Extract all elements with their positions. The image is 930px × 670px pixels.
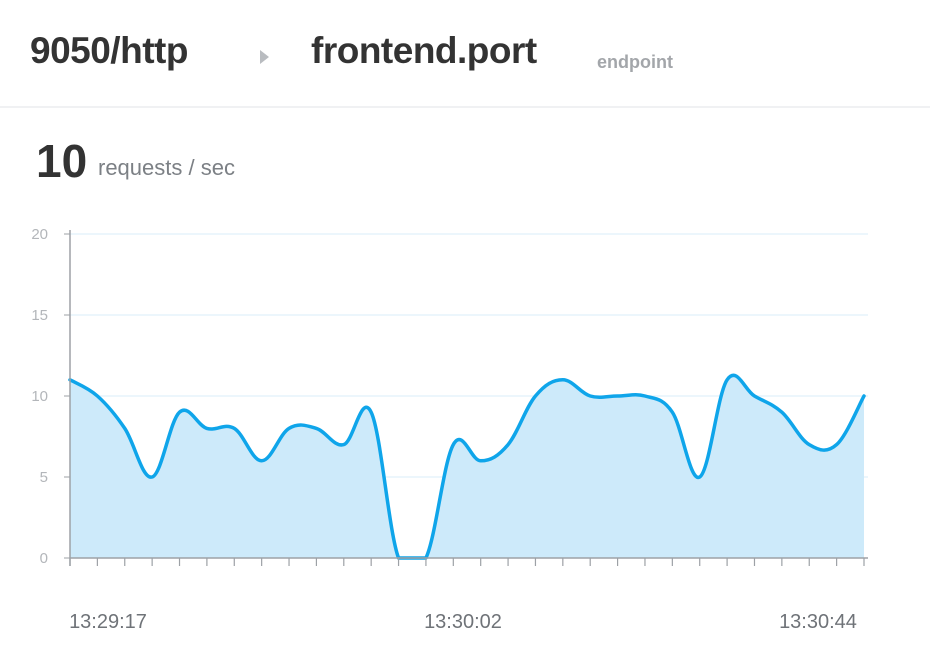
x-tick-label: 13:30:44 xyxy=(779,611,857,633)
breadcrumb-leaf-type: endpoint xyxy=(597,52,673,72)
breadcrumb-leaf: frontend.port xyxy=(311,30,537,71)
x-tick-label: 13:29:17 xyxy=(69,611,147,633)
y-tick-label: 10 xyxy=(31,388,48,405)
page-header: 9050/http frontend.port endpoint xyxy=(0,0,930,108)
y-tick-label: 5 xyxy=(40,469,48,486)
requests-chart: 0 5 10 15 20 13:29:17 13:30:02 13:30:44 xyxy=(31,226,868,633)
metric-value: 10 xyxy=(36,135,88,187)
y-tick-label: 0 xyxy=(40,550,48,567)
x-tick-label: 13:30:02 xyxy=(424,611,502,633)
breadcrumb-arrow-icon xyxy=(260,50,269,64)
series-area xyxy=(70,375,864,558)
y-tick-label: 15 xyxy=(31,307,48,324)
breadcrumb-root[interactable]: 9050/http xyxy=(30,30,188,72)
y-tick-label: 20 xyxy=(31,226,48,243)
metric-unit: requests / sec xyxy=(98,155,235,180)
